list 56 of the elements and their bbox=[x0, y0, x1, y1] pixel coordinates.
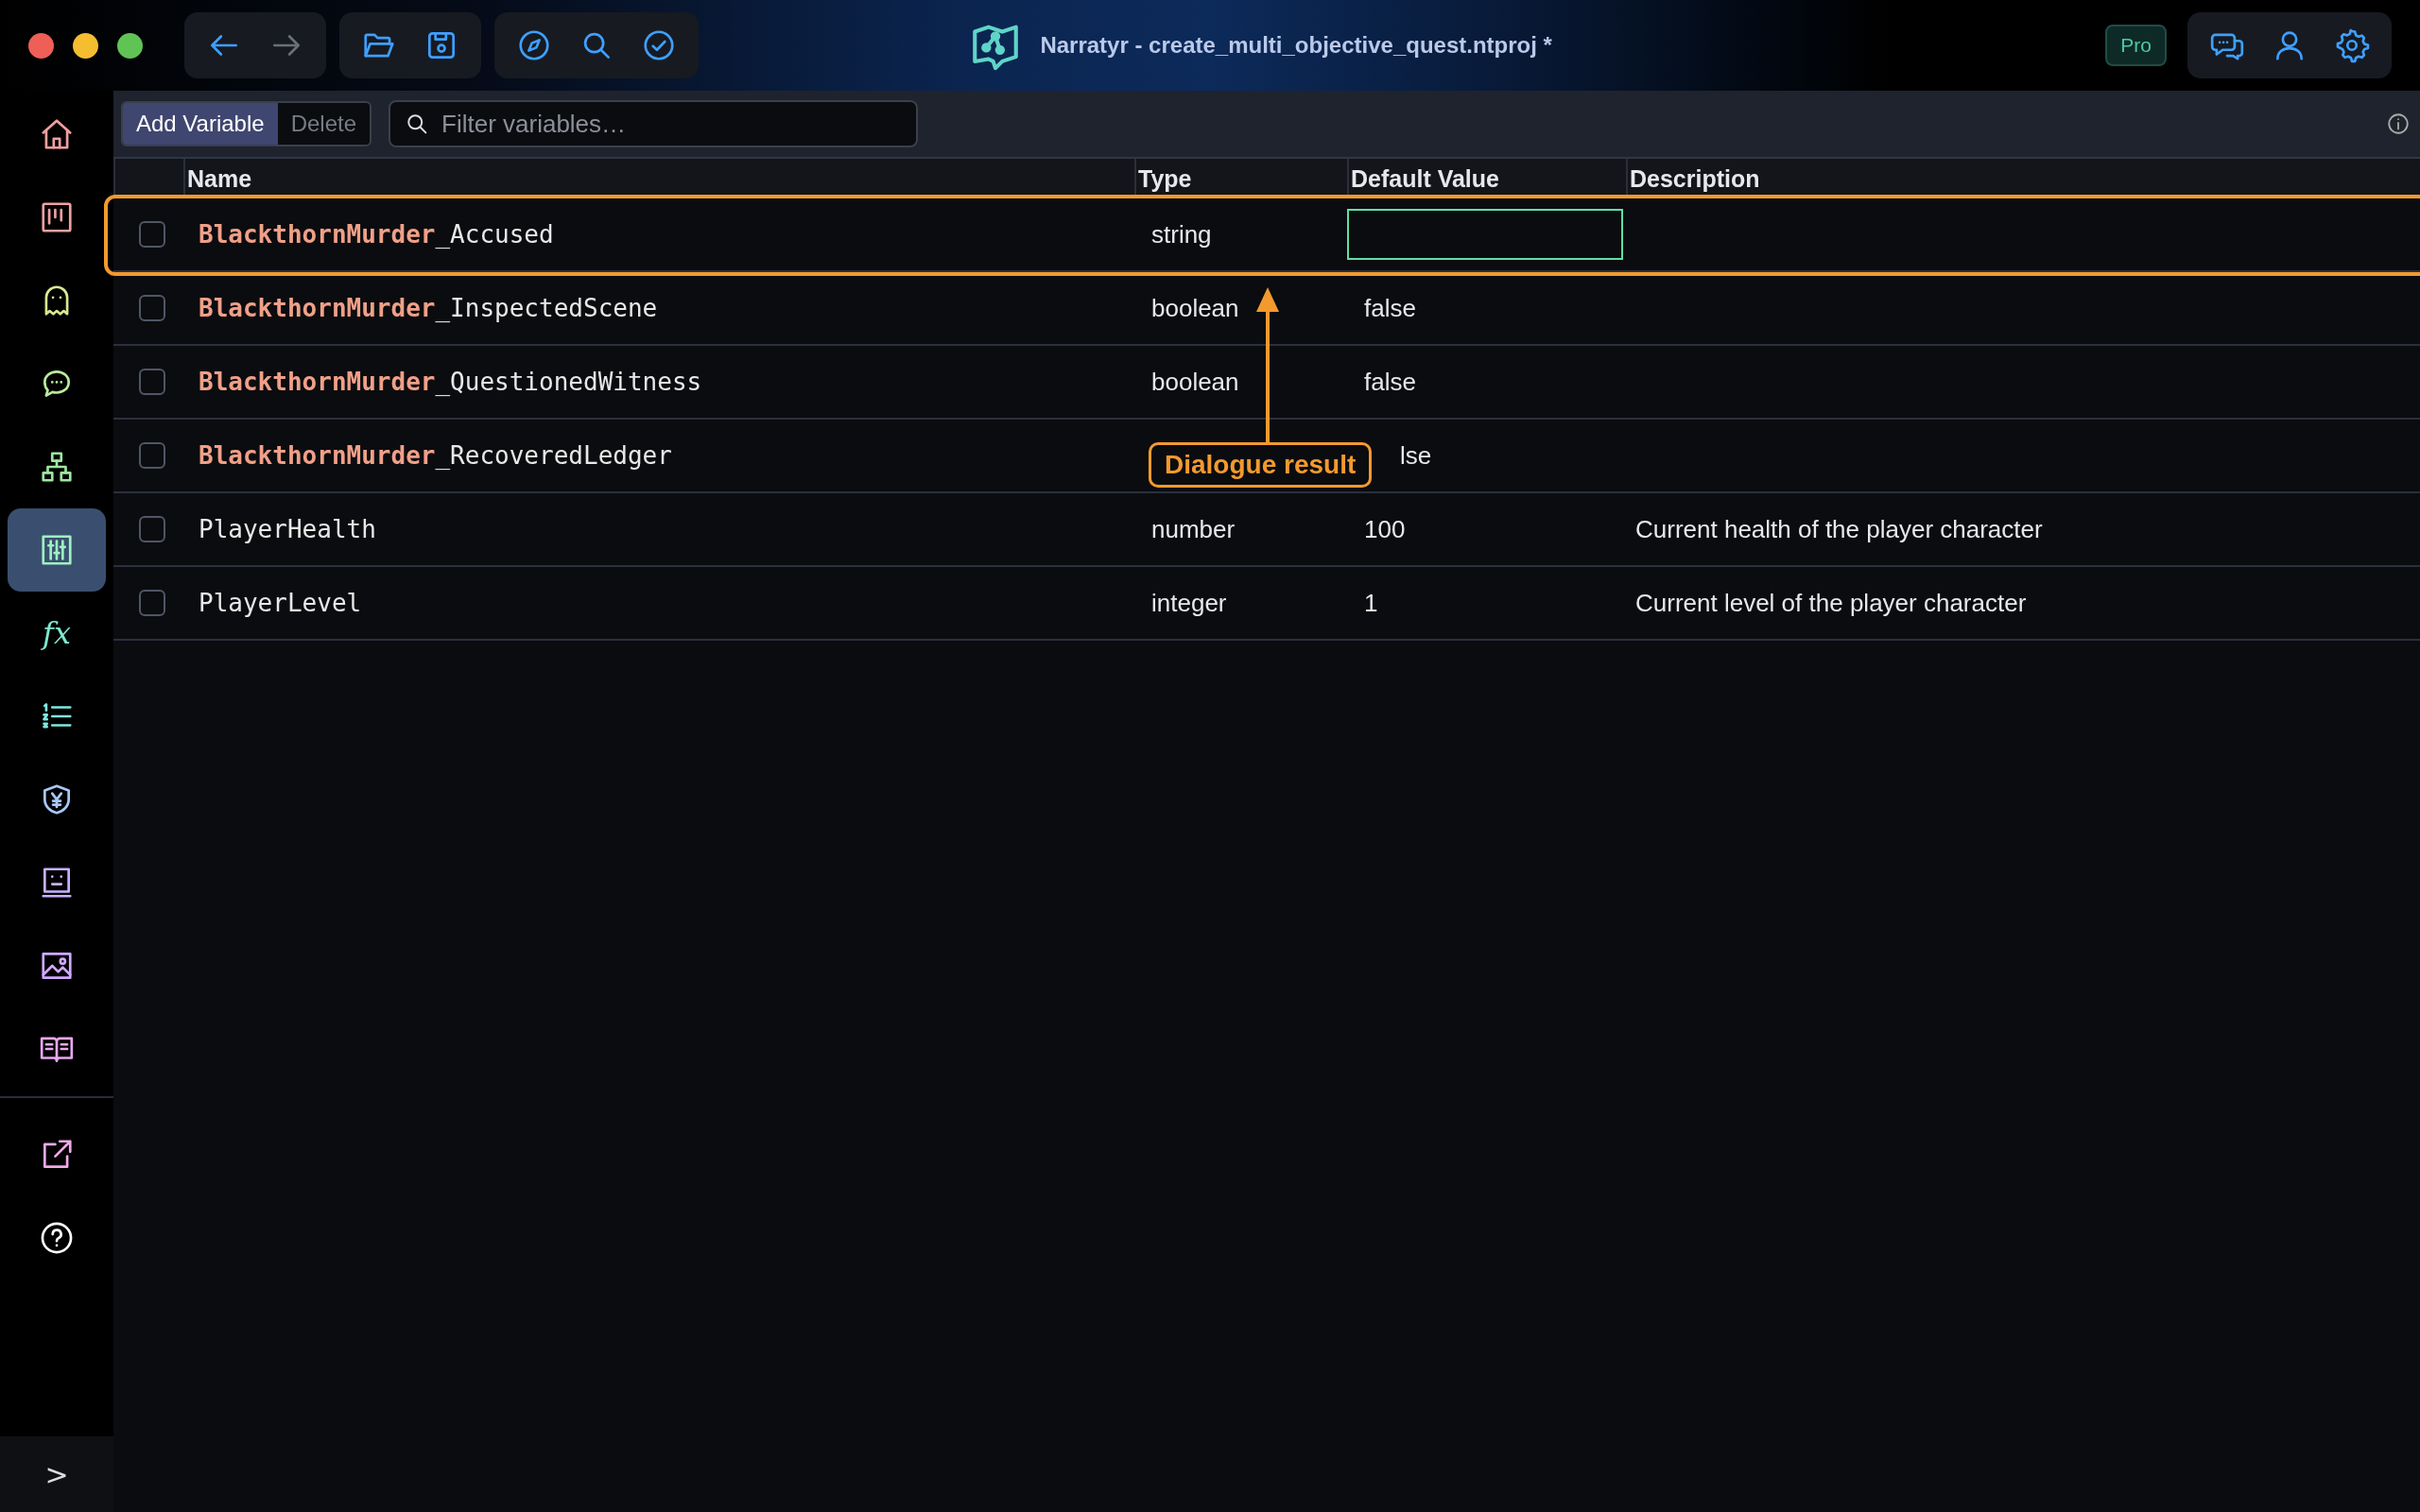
table-row[interactable]: BlackthornMurder_InspectedScene boolean false bbox=[113, 272, 2420, 346]
variable-name: BlackthornMurder_RecoveredLedger bbox=[198, 441, 673, 470]
table-row[interactable]: PlayerHealth number 100 Current health of the player character bbox=[113, 493, 2420, 567]
row-checkbox[interactable] bbox=[139, 516, 165, 542]
type-cell: boolean bbox=[1151, 367, 1239, 396]
variable-name: BlackthornMurder_Accused bbox=[198, 220, 555, 249]
column-header[interactable]: Type bbox=[1134, 159, 1347, 197]
type-cell: string bbox=[1151, 219, 1212, 249]
row-checkbox[interactable] bbox=[139, 369, 165, 395]
minimize-window-button[interactable] bbox=[73, 32, 98, 59]
row-checkbox[interactable] bbox=[139, 221, 165, 248]
description-cell: Current health of the player character bbox=[1635, 514, 2043, 543]
table-row[interactable]: BlackthornMurder_QuestionedWitness boolean false bbox=[113, 346, 2420, 420]
default-value-cell: false bbox=[1364, 367, 1416, 396]
filter-field[interactable]: Filter variables… bbox=[441, 109, 904, 139]
row-checkbox[interactable] bbox=[139, 442, 165, 469]
settings-icon bbox=[2334, 27, 2370, 63]
function-icon: fx bbox=[43, 615, 71, 651]
check-circle-icon bbox=[641, 27, 677, 63]
sidebar-item[interactable]: fx bbox=[8, 592, 106, 675]
table-row[interactable]: PlayerLevel integer 1 Current level of the player character bbox=[113, 567, 2420, 641]
default-value-cell: false bbox=[1364, 293, 1416, 322]
type-cell: boolean bbox=[1151, 293, 1239, 322]
window-title: Narratyr - create_multi_objective_quest.ntproj * bbox=[1040, 32, 1552, 59]
home-icon bbox=[39, 116, 75, 152]
row-checkbox[interactable] bbox=[139, 590, 165, 616]
info-icon[interactable] bbox=[2386, 112, 2411, 136]
column-header[interactable]: Default Value bbox=[1347, 159, 1626, 197]
variable-name: BlackthornMurder_InspectedScene bbox=[198, 294, 659, 322]
variable-name: PlayerLevel bbox=[198, 589, 363, 617]
type-cell: integer bbox=[1151, 588, 1227, 617]
expand-sidebar-button[interactable]: > bbox=[44, 1457, 69, 1491]
board-icon bbox=[39, 199, 75, 235]
variable-name: BlackthornMurder_QuestionedWitness bbox=[198, 368, 703, 396]
description-cell: Current level of the player character bbox=[1635, 588, 2027, 617]
maximize-window-button[interactable] bbox=[117, 32, 143, 59]
variable-name: PlayerHealth bbox=[198, 515, 377, 543]
default-value-cell: 100 bbox=[1364, 514, 1406, 543]
default-value-cell-text: lse bbox=[1399, 440, 1432, 470]
id-card-icon bbox=[39, 865, 75, 901]
type-cell: number bbox=[1151, 514, 1236, 543]
close-window-button[interactable] bbox=[28, 32, 54, 59]
plan-badge: Pro bbox=[2105, 25, 2167, 66]
compass-icon bbox=[516, 27, 552, 63]
help-icon bbox=[39, 1220, 75, 1256]
column-header[interactable]: Description bbox=[1626, 159, 2420, 197]
default-value-input[interactable] bbox=[1347, 209, 1623, 260]
sliders-icon bbox=[39, 532, 75, 568]
sidebar-item[interactable] bbox=[8, 508, 106, 592]
add-variable-button[interactable]: Add Variable bbox=[123, 103, 278, 145]
hierarchy-icon bbox=[39, 449, 75, 485]
column-header[interactable]: Name bbox=[183, 159, 1134, 197]
callout-label: Dialogue result bbox=[1149, 442, 1373, 488]
search-field[interactable]: Filter variables… bbox=[389, 100, 919, 147]
default-value-cell: 1 bbox=[1364, 588, 1378, 617]
row-checkbox[interactable] bbox=[139, 295, 165, 321]
